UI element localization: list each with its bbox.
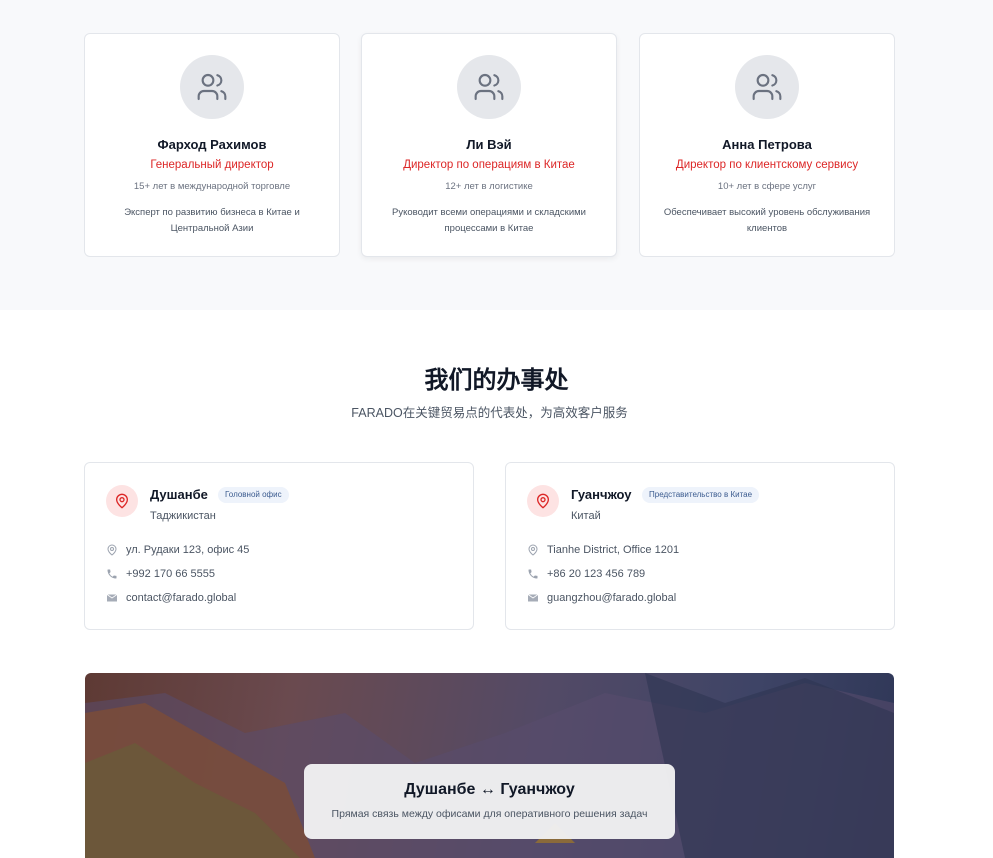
- phone-icon: [107, 569, 117, 579]
- office-city: Душанбе: [150, 487, 208, 502]
- office-email[interactable]: contact@farado.global: [126, 592, 236, 604]
- banner-subtitle: Прямая связь между офисами для оперативн…: [331, 808, 648, 820]
- office-email[interactable]: guangzhou@farado.global: [547, 592, 676, 604]
- member-experience: 12+ лет в логистике: [445, 181, 533, 192]
- avatar: [457, 55, 521, 119]
- avatar: [735, 55, 799, 119]
- team-section: Фарход Рахимов Генеральный директор 15+ …: [0, 0, 993, 310]
- office-phone-row[interactable]: +86 20 123 456 789: [527, 567, 645, 581]
- map-pin-icon: [107, 544, 117, 556]
- team-card: Анна Петрова Директор по клиентскому сер…: [639, 33, 895, 257]
- map-pin-icon: [537, 493, 549, 509]
- member-experience: 15+ лет в международной торговле: [133, 181, 291, 192]
- office-country: Китай: [571, 510, 601, 522]
- mail-icon: [527, 594, 539, 602]
- users-icon: [197, 73, 227, 101]
- office-phone[interactable]: +86 20 123 456 789: [547, 568, 645, 580]
- member-role: Директор по операциям в Китае: [403, 159, 575, 171]
- office-address: Tianhe District, Office 1201: [547, 544, 680, 556]
- member-experience: 10+ лет в сфере услуг: [717, 181, 817, 192]
- office-email-row[interactable]: contact@farado.global: [106, 591, 236, 605]
- office-card-dushanbe: Душанбе Головной офис Таджикистан ул. Ру…: [84, 462, 474, 630]
- member-name: Ли Вэй: [466, 137, 512, 152]
- offices-subtitle: FARADO在关键贸易点的代表处，为高效客户服务: [351, 406, 628, 420]
- office-address-row: Tianhe District, Office 1201: [527, 543, 679, 557]
- office-phone[interactable]: +992 170 66 5555: [126, 568, 215, 580]
- users-icon: [752, 73, 782, 101]
- member-description: Руководит всеми операциями и складскими …: [392, 207, 586, 234]
- users-icon: [474, 73, 504, 101]
- office-phone-row[interactable]: +992 170 66 5555: [106, 567, 215, 581]
- location-pin-badge: [527, 485, 559, 517]
- office-address: ул. Рудаки 123, офис 45: [126, 544, 250, 556]
- office-badge: Представительство в Китае: [642, 487, 760, 503]
- phone-icon: [528, 569, 538, 579]
- member-role: Генеральный директор: [150, 159, 274, 171]
- offices-title: 我们的办事处: [424, 367, 569, 394]
- office-city: Гуанчжоу: [571, 487, 632, 502]
- member-name: Фарход Рахимов: [157, 137, 267, 152]
- avatar: [180, 55, 244, 119]
- member-description: Обеспечивает высокий уровень обслуживани…: [663, 207, 871, 234]
- team-card: Ли Вэй Директор по операциям в Китае 12+…: [361, 33, 617, 257]
- member-name: Анна Петрова: [722, 137, 812, 152]
- mail-icon: [106, 594, 118, 602]
- office-country: Таджикистан: [150, 510, 216, 522]
- banner-title: Душанбе ↔ Гуанчжоу: [404, 781, 575, 798]
- office-email-row[interactable]: guangzhou@farado.global: [527, 591, 676, 605]
- office-badge: Головной офис: [218, 487, 289, 503]
- office-card-guangzhou: Гуанчжоу Представительство в Китае Китай…: [505, 462, 895, 630]
- office-address-row: ул. Рудаки 123, офис 45: [106, 543, 249, 557]
- team-card: Фарход Рахимов Генеральный директор 15+ …: [84, 33, 340, 257]
- map-pin-icon: [116, 493, 128, 509]
- member-description: Эксперт по развитию бизнеса в Китае и Це…: [124, 207, 300, 234]
- banner-caption-card: Душанбе ↔ Гуанчжоу Прямая связь между оф…: [304, 764, 675, 839]
- map-pin-icon: [528, 544, 538, 556]
- member-role: Директор по клиентскому сервису: [675, 159, 859, 171]
- location-pin-badge: [106, 485, 138, 517]
